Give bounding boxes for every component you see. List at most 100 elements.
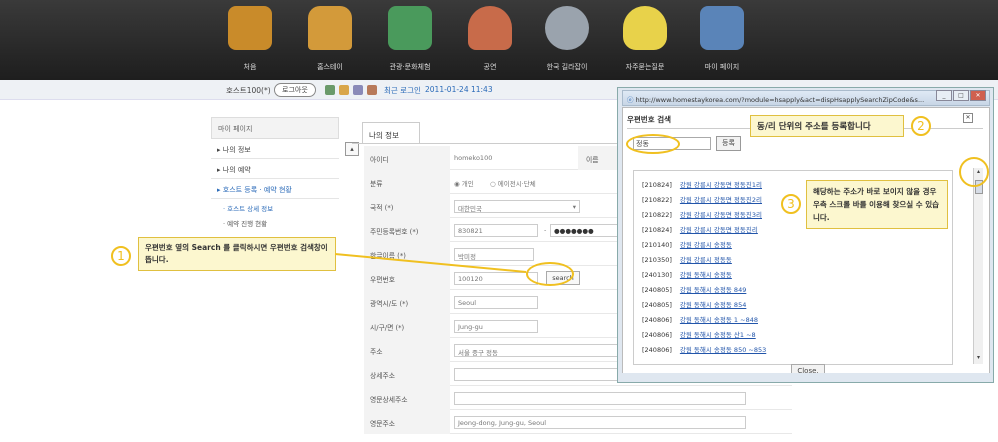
address-link[interactable]: 강원 동해시 송정동 1 ~848 <box>680 316 758 324</box>
city-input[interactable]: Seoul <box>454 296 538 309</box>
radio-label: 에이전시·단체 <box>497 180 536 188</box>
type-radio-agency[interactable]: ○ 에이전시·단체 <box>490 178 536 188</box>
address-link[interactable]: 강원 강릉시 강동면 정동진2리 <box>680 196 762 204</box>
nav-korea-guide[interactable]: 한국 길라잡이 <box>535 6 599 72</box>
zip-register-button[interactable]: 등록 <box>716 136 741 151</box>
compass-icon <box>545 6 589 50</box>
drums-icon <box>468 6 512 50</box>
type-radio-individual[interactable]: ◉ 개인 <box>454 178 474 188</box>
type-label: 분류 <box>370 180 383 188</box>
window-close-button[interactable]: ✕ <box>970 90 986 101</box>
zip-code: [210824] <box>642 226 672 234</box>
detail-address-label: 상세주소 <box>370 372 396 380</box>
top-navigation: 처음 홈스테이 관광·문화체험 공연 한국 길라잡이 자주묻는질문 마이 페이지 <box>0 0 998 80</box>
zip-label: 우편번호 <box>370 276 396 284</box>
nav-label: 관광·문화체험 <box>389 63 431 71</box>
eng-detail-address-input[interactable] <box>454 392 746 405</box>
zip-code: [240806] <box>642 316 672 324</box>
id-value: homeko100 <box>454 154 493 162</box>
radio-label: 개인 <box>461 180 474 188</box>
nav-tour-culture[interactable]: 관광·문화체험 <box>378 6 442 72</box>
map-icon <box>388 6 432 50</box>
sidebar-subitem-reservation-status[interactable]: · 예약 진행 현황 <box>211 214 339 229</box>
id-card-icon <box>700 6 744 50</box>
sidebar-item-my-reservation[interactable]: ▸ 나의 예약 <box>211 159 339 179</box>
list-item[interactable]: [240805] 강원 동해시 송정동 854 <box>642 299 746 309</box>
list-item[interactable]: [210822] 강원 강릉시 강동면 정동진3리 <box>642 209 762 219</box>
nav-label: 홈스테이 <box>317 63 343 71</box>
country-select[interactable]: 대한민국 ▾ <box>454 200 580 213</box>
address-link[interactable]: 강원 강릉시 정동동 <box>680 256 732 264</box>
highlight-scrollbar <box>959 157 989 187</box>
result-scrollbar[interactable]: ▴ ▾ <box>973 168 983 364</box>
zip-code: [210822] <box>642 211 672 219</box>
house-icon <box>228 6 272 50</box>
callout-scroll-hint: 해당하는 주소가 바로 보이지 않을 경우 우측 스크롤 바를 이용해 찾으실 … <box>806 180 948 229</box>
list-item[interactable]: [240805] 강원 동해시 송정동 849 <box>642 284 746 294</box>
username: 호스트100(*) <box>226 86 271 95</box>
scroll-down-icon[interactable]: ▾ <box>974 354 983 363</box>
eng-detail-address-label: 영문상세주소 <box>370 396 408 404</box>
list-item[interactable]: [240806] 강원 동해시 송정동 1 ~848 <box>642 314 758 324</box>
list-item[interactable]: [240130] 강원 동해시 송정동 <box>642 269 732 279</box>
nav-home[interactable]: 처음 <box>218 6 282 72</box>
list-item[interactable]: [210824] 강원 강릉시 강동면 정동진1리 <box>642 179 762 189</box>
address-link[interactable]: 강원 강릉시 강동면 정동진1리 <box>680 181 762 189</box>
district-input[interactable]: Jung-gu <box>454 320 538 333</box>
name-label: 이름 <box>586 156 599 164</box>
scrap-icon[interactable] <box>367 85 377 95</box>
highlight-query-input <box>626 134 680 154</box>
address-link[interactable]: 강원 강릉시 강동면 정동진3리 <box>680 211 762 219</box>
sidebar-item-my-info[interactable]: ▸ 나의 정보 <box>211 139 339 159</box>
close-icon[interactable]: ✕ <box>963 113 973 123</box>
address-input[interactable]: 서울 중구 정동 <box>454 344 626 357</box>
eng-address-input[interactable]: Jeong-dong, Jung-gu, Seoul <box>454 416 746 429</box>
callout-number-2: 2 <box>911 116 931 136</box>
address-link[interactable]: 강원 동해시 송정동 854 <box>680 301 746 309</box>
korean-name-input[interactable]: 박미정 <box>454 248 534 261</box>
friend-icon[interactable] <box>353 85 363 95</box>
list-item[interactable]: [210350] 강원 강릉시 정동동 <box>642 254 732 264</box>
address-link[interactable]: 강원 동해시 송정동 <box>680 271 732 279</box>
rrn-front-input[interactable]: 830821 <box>454 224 538 237</box>
address-link[interactable]: 강원 강릉시 송정동 <box>680 241 732 249</box>
nav-faq[interactable]: 자주묻는질문 <box>613 6 677 72</box>
logout-button[interactable]: 로그아웃 <box>274 83 316 97</box>
list-item[interactable]: [210140] 강원 강릉시 송정동 <box>642 239 732 249</box>
popup-statusbar <box>622 373 990 382</box>
list-item[interactable]: [240806] 강원 동해시 송정동 산1 ~8 <box>642 329 756 339</box>
lightbulb-icon <box>623 6 667 50</box>
rrn-dash: - <box>544 226 547 234</box>
nav-homestay[interactable]: 홈스테이 <box>298 6 362 72</box>
row-eng-address: 영문주소 Jeong-dong, Jung-gu, Seoul <box>364 410 792 434</box>
nav-label: 한국 길라잡이 <box>546 63 588 71</box>
callout-number-3: 3 <box>781 194 801 214</box>
list-item[interactable]: [210822] 강원 강릉시 강동면 정동진2리 <box>642 194 762 204</box>
nav-label: 마이 페이지 <box>704 63 740 71</box>
list-item[interactable]: [240806] 강원 동해시 송정동 850 ~853 <box>642 344 766 354</box>
minimize-button[interactable]: _ <box>936 90 952 101</box>
zip-code: [240805] <box>642 301 672 309</box>
zip-code: [210140] <box>642 241 672 249</box>
address-link[interactable]: 강원 강릉시 강동면 정동진리 <box>680 226 758 234</box>
address-link[interactable]: 강원 동해시 송정동 850 ~853 <box>680 346 766 354</box>
profile-icon[interactable] <box>325 85 335 95</box>
nav-my-page[interactable]: 마이 페이지 <box>690 6 754 72</box>
popup-url: http://www.homestaykorea.com/?module=hsa… <box>635 96 925 104</box>
rrn-label: 주민등록번호 (*) <box>370 228 419 236</box>
tab-my-info[interactable]: 나의 정보 <box>362 122 420 144</box>
nav-label: 처음 <box>243 63 257 71</box>
sidebar-item-host-status[interactable]: ▸ 호스트 등록 · 예약 현황 <box>211 179 339 199</box>
address-link[interactable]: 강원 동해시 송정동 849 <box>680 286 746 294</box>
sidebar: 마이 페이지 ▸ 나의 정보 ▸ 나의 예약 ▸ 호스트 등록 · 예약 현황 … <box>211 117 339 229</box>
nav-performance[interactable]: 공연 <box>458 6 522 72</box>
sofa-icon <box>308 6 352 50</box>
zip-code: [210822] <box>642 196 672 204</box>
address-link[interactable]: 강원 동해시 송정동 산1 ~8 <box>680 331 756 339</box>
sidebar-subitem-host-detail[interactable]: · 호스트 상세 정보 <box>211 199 339 214</box>
detail-address-input[interactable] <box>454 368 626 381</box>
zip-code: [240806] <box>642 346 672 354</box>
list-item[interactable]: [210824] 강원 강릉시 강동면 정동진리 <box>642 224 758 234</box>
message-icon[interactable] <box>339 85 349 95</box>
maximize-button[interactable]: □ <box>953 90 969 101</box>
